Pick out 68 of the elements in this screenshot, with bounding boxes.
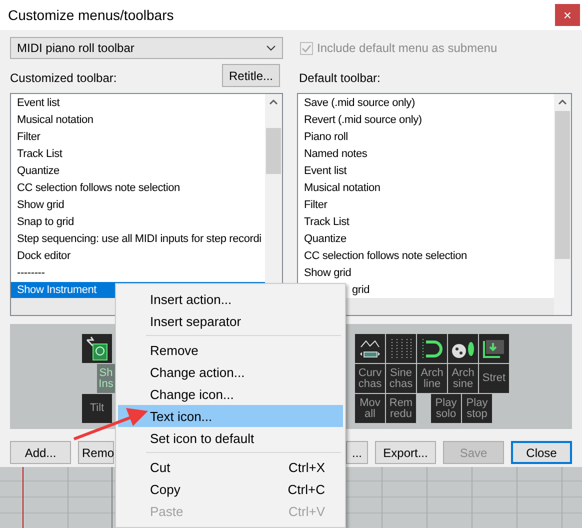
list-item[interactable]: Piano roll xyxy=(298,129,554,146)
list-item[interactable]: Show grid xyxy=(11,197,265,214)
menu-item[interactable]: Insert separator xyxy=(118,310,343,332)
list-item[interactable]: Show grid xyxy=(298,265,554,282)
list-item[interactable]: Track List xyxy=(298,214,554,231)
list-item[interactable]: Step sequencing: use all MIDI inputs for step recordi xyxy=(11,231,265,248)
list-item[interactable]: Quantize xyxy=(298,231,554,248)
toolbar-tile[interactable]: Arch line xyxy=(417,364,447,393)
menu-item[interactable]: Change icon... xyxy=(118,383,343,405)
scrollbar[interactable] xyxy=(554,94,571,315)
dialog-button[interactable]: Export... xyxy=(375,441,436,464)
list-item[interactable]: Musical notation xyxy=(11,112,265,129)
toolbar-tile[interactable] xyxy=(479,334,509,363)
dialog-button[interactable]: Close xyxy=(511,441,572,464)
chevron-up-icon[interactable] xyxy=(558,99,567,105)
toolbar-tile[interactable] xyxy=(355,334,385,363)
toolbar-dropdown[interactable]: MIDI piano roll toolbar xyxy=(10,37,283,59)
dialog-button[interactable]: Add... xyxy=(10,441,71,464)
list-item[interactable]: Dock editor xyxy=(11,248,265,265)
list-item[interactable]: CC selection follows note selection xyxy=(11,180,265,197)
retitle-button[interactable]: Retitle... xyxy=(222,64,280,87)
toolbar-tile[interactable]: Rem redu xyxy=(386,394,416,423)
toolbar-tile[interactable]: Sine chas xyxy=(386,364,416,393)
list-item[interactable]: Snap to grid xyxy=(11,214,265,231)
toolbar-tile[interactable] xyxy=(386,334,416,363)
list-label: Customized toolbar: xyxy=(10,71,117,87)
toolbar-tile[interactable]: Stret xyxy=(479,364,509,393)
toolbar-tile[interactable] xyxy=(417,334,447,363)
menu-item[interactable]: Insert action... xyxy=(118,288,343,310)
chevron-up-icon[interactable] xyxy=(269,99,278,105)
disk-icon xyxy=(85,336,109,362)
scrollbar-thumb[interactable] xyxy=(555,111,570,259)
toolbar-tile[interactable]: Curv chas xyxy=(355,364,385,393)
menu-item[interactable]: Copy Ctrl+C xyxy=(118,478,343,500)
scrollbar-thumb[interactable] xyxy=(266,128,281,174)
list-label: Default toolbar: xyxy=(298,71,380,87)
list-item[interactable]: Event list xyxy=(11,95,265,112)
menu-item[interactable]: Text icon... xyxy=(118,405,343,427)
list-item[interactable]: Revert (.mid source only) xyxy=(298,112,554,129)
list-item[interactable]: Track List xyxy=(11,146,265,163)
dialog-button[interactable]: ... xyxy=(346,441,368,464)
list-item[interactable]: Musical notation xyxy=(298,180,554,197)
toolbar-tile[interactable] xyxy=(82,334,112,363)
list-item[interactable]: Named notes xyxy=(298,146,554,163)
grid-lines-icon xyxy=(389,336,413,360)
window-title: Customize menus/toolbars xyxy=(8,7,174,23)
toolbar-tile[interactable]: Play solo xyxy=(431,394,461,423)
menu-item[interactable]: Set icon to default xyxy=(118,427,343,449)
toolbar-tile[interactable] xyxy=(448,334,478,363)
toolbar-tile[interactable]: Play stop xyxy=(462,394,492,423)
list-item[interactable]: Save (.mid source only) xyxy=(298,95,554,112)
list-item[interactable]: Quantize xyxy=(11,163,265,180)
list-item[interactable]: CC selection follows note selection xyxy=(298,248,554,265)
list-item[interactable]: -------- xyxy=(11,265,265,282)
list-item[interactable]: Filter xyxy=(298,197,554,214)
list-item[interactable]: Event list xyxy=(298,163,554,180)
close-button[interactable]: × xyxy=(555,4,580,26)
menu-item[interactable]: Cut Ctrl+X xyxy=(118,456,343,478)
menu-item[interactable]: Remove xyxy=(118,339,343,361)
menu-item[interactable]: Change action... xyxy=(118,361,343,383)
chevron-down-icon xyxy=(266,45,276,51)
list-item[interactable]: Filter xyxy=(11,129,265,146)
toolbar-tile[interactable]: Tilt xyxy=(82,394,112,423)
toolbar-tile[interactable]: Mov all xyxy=(355,394,385,423)
dialog-button[interactable]: Remo xyxy=(78,441,114,464)
toolbar-tile[interactable]: Arch sine xyxy=(448,364,478,393)
magnet-icon xyxy=(420,336,444,360)
checkbox-label: Include default menu as submenu xyxy=(317,41,498,55)
